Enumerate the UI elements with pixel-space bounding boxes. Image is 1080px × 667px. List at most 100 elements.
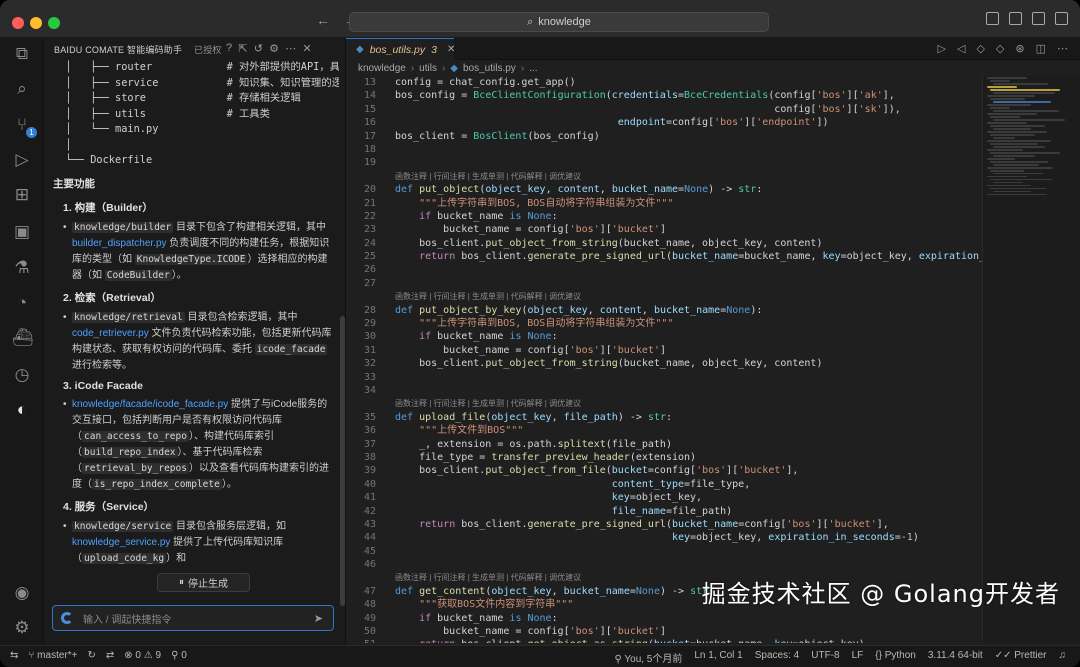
tree-line: │ └── main.py [53,123,159,135]
close-window-button[interactable] [12,17,24,29]
remote-icon[interactable]: ⇆ [10,650,18,661]
go-previous-icon[interactable]: ◇ [976,42,984,55]
git-branch-item[interactable]: ⑂ master*+ [28,650,77,661]
run-debug-icon[interactable]: ▷ [12,150,32,170]
file-link[interactable]: code_retriever.py [72,328,149,339]
git-compare-icon[interactable]: ⊛ [1015,42,1024,55]
file-link[interactable]: knowledge_service.py [72,537,170,548]
code-text: """上传字符串到BOS, BOS自动将字符串组装为文件""" [419,318,674,330]
minimap-line [990,152,1060,154]
code-view[interactable]: 13 config = chat_config.get_app() 14 bos_co… [346,76,982,643]
comate-icon[interactable]: ◐ [12,400,32,420]
files-icon[interactable]: ⧉ [12,44,32,64]
minimap-line [990,178,1052,181]
minimap-line [993,119,1065,121]
ports-item[interactable]: ⚲ 0 [171,650,187,661]
open-changes-icon[interactable]: ◁ [957,42,965,55]
stop-icon: ⏸ [179,577,184,588]
braces-icon: {} [875,650,882,661]
split-editor-icon[interactable]: ◫ [1036,42,1046,55]
chevron-right-icon: › [441,63,446,74]
line-number: 40 [363,478,376,490]
minimap[interactable] [982,76,1080,643]
breadcrumb-folder-knowledge[interactable]: knowledge [358,63,406,74]
help-icon[interactable]: ? [226,42,232,55]
timeline-icon[interactable]: ◷ [12,365,32,385]
cursor-position[interactable]: Ln 1, Col 1 [694,650,742,665]
more-actions-icon[interactable]: ⋯ [1057,42,1068,55]
settings-icon[interactable]: ⚙ [269,42,279,55]
customize-layout-icon[interactable] [1055,12,1068,25]
line-number: 18 [363,143,376,155]
minimap-line [993,181,1023,184]
minimize-window-button[interactable] [30,17,42,29]
code-line: 31 bucket_name = config['bos']['bucket'] [346,344,982,357]
testing-icon[interactable]: ⚗ [12,258,32,278]
indentation[interactable]: Spaces: 4 [755,650,799,665]
warning-icon: ⚠ [143,650,153,661]
branch-icon: ⑂ [28,650,35,661]
more-icon[interactable]: ⋯ [285,42,296,55]
toggle-sidebar-icon[interactable] [986,12,999,25]
codelens-actions[interactable]: 函数注释 | 行间注释 | 生成单测 | 代码解释 | 调优建议 [346,290,982,303]
tree-line: │ ├── utils # 工具类 [53,107,270,120]
code-text: return bos_client.generate_pre_signed_ur… [419,251,982,263]
line-number: 46 [363,559,376,571]
description-text: 目录下包含了构建相关逻辑，其中 [173,221,327,233]
source-control-icon[interactable]: ⑂ [12,115,37,138]
line-number: 36 [363,425,376,437]
error-icon: ⊗ [124,650,133,661]
minimap-line [990,98,1025,100]
close-panel-icon[interactable]: ✕ [302,42,311,55]
zoom-window-button[interactable] [48,17,60,29]
share-icon[interactable]: ⇱ [238,42,247,55]
remote-explorer-icon[interactable]: ▣ [12,222,32,242]
account-icon[interactable]: ◉ [12,583,32,603]
command-center-search[interactable]: ⌕ knowledge [349,12,769,32]
code-text: bos_client.put_object_from_string(bucket… [395,237,823,249]
tab-bos-utils[interactable]: ◆ bos_utils.py 3 ✕ [346,38,455,60]
go-next-icon[interactable]: ◇ [996,42,1004,55]
chat-input[interactable]: 输入 / 调起快捷指令 ➤ [52,605,334,631]
codelens-actions[interactable]: 函数注释 | 行间注释 | 生成单测 | 代码解释 | 调优建议 [346,397,982,410]
minimap-line [993,110,1059,112]
inline-code: CodeBuilder [104,269,172,281]
breadcrumb-file[interactable]: bos_utils.py [463,63,516,74]
send-icon[interactable]: ➤ [314,612,323,625]
breadcrumb-symbol[interactable]: ... [529,63,537,74]
run-file-icon[interactable]: ▷ [938,42,946,55]
live-share-icon[interactable]: ⇄ [106,650,114,661]
search-icon[interactable]: ⌕ [12,79,32,99]
notifications-bell-icon[interactable]: ♫ [1059,650,1067,665]
line-number: 27 [363,277,376,289]
code-text: def get_content(object_key, bucket_name=… [395,585,715,597]
gitlens-icon[interactable]: ◔ [12,293,32,313]
git-blame-item[interactable]: ⚲ You, 5个月前 [614,650,682,665]
toggle-secondary-sidebar-icon[interactable] [1032,12,1045,25]
breadcrumb-folder-utils[interactable]: utils [419,63,437,74]
history-icon[interactable]: ↺ [254,42,263,55]
line-number: 21 [363,197,376,209]
docker-icon[interactable]: ⛴ [12,328,34,348]
codelens-actions[interactable]: 函数注释 | 行间注释 | 生成单测 | 代码解释 | 调优建议 [346,170,982,183]
toggle-panel-icon[interactable] [1009,12,1022,25]
end-of-line[interactable]: LF [852,650,864,665]
file-link[interactable]: builder_dispatcher.py [72,238,167,249]
settings-gear-icon[interactable]: ⚙ [12,618,32,638]
sync-icon[interactable]: ↻ [87,650,95,661]
panel-scrollbar[interactable] [340,316,345,606]
project-tree: │ ├── router # 对外部提供的API，具备简单 │ ├── serv… [53,60,340,169]
problems-item[interactable]: ⊗ 0 ⚠ 9 [124,650,161,661]
prettier-item[interactable]: ✓✓ Prettier [995,650,1047,665]
feature-heading: 2. 检索（Retrieval） [63,291,162,304]
inline-code: icode_facade [254,343,328,355]
back-arrow-icon[interactable]: ← [316,12,330,28]
bullet-dot: • [63,311,67,323]
extensions-icon[interactable]: ⊞ [12,185,32,205]
file-link[interactable]: knowledge/facade/icode_facade.py [72,399,228,410]
stop-generating-button[interactable]: ⏸ 停止生成 [157,573,250,592]
python-interpreter[interactable]: 3.11.4 64-bit [928,650,983,665]
close-tab-icon[interactable]: ✕ [447,44,455,55]
language-mode-item[interactable]: {} Python [875,650,916,665]
encoding[interactable]: UTF-8 [811,650,839,665]
